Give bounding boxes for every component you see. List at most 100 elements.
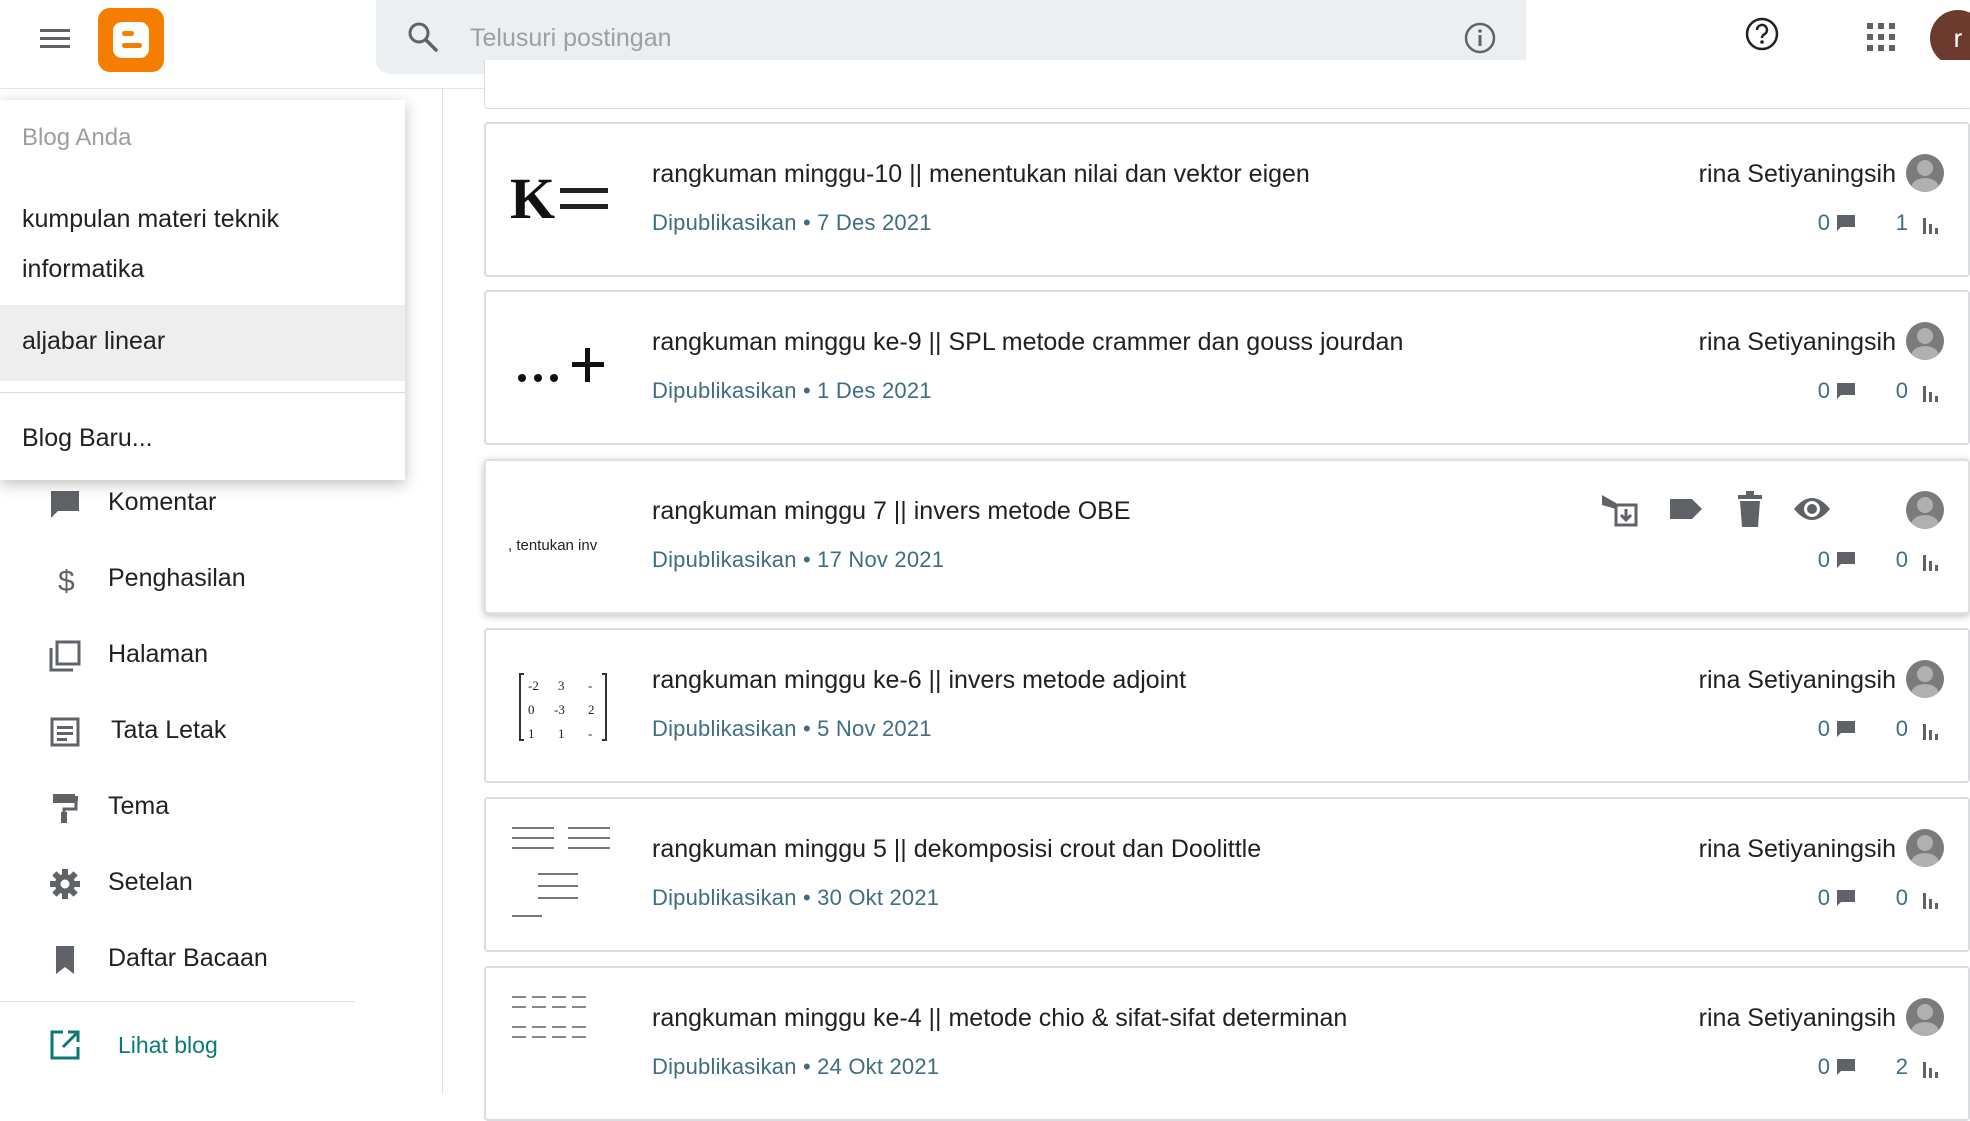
comment-icon	[1837, 215, 1855, 231]
sidebar-item-label: Penghasilan	[108, 564, 246, 592]
svg-text:-: -	[588, 726, 592, 741]
author-avatar	[1906, 660, 1944, 698]
new-blog-label: Blog Baru...	[22, 424, 153, 452]
comment-count: 0	[1817, 210, 1830, 235]
view-count: 0	[1895, 547, 1908, 572]
post-status-date: Dipublikasikan • 17 Nov 2021	[652, 547, 945, 572]
open-in-new-icon	[50, 1030, 80, 1060]
post-status-date: Dipublikasikan • 5 Nov 2021	[652, 716, 932, 741]
sidebar-item-tata-letak[interactable]: Tata Letak	[0, 701, 442, 761]
sidebar-item-label: Halaman	[108, 640, 209, 668]
revert-to-draft-icon[interactable]	[1600, 489, 1640, 529]
sidebar-item-komentar[interactable]: Komentar	[0, 473, 442, 533]
layout-icon	[50, 717, 80, 747]
comment-icon	[51, 491, 79, 518]
svg-text:$: $	[58, 565, 75, 597]
post-status-date: Dipublikasikan • 1 Des 2021	[652, 378, 932, 403]
post-author: rina Setiyaningsih	[1698, 835, 1896, 863]
help-icon[interactable]	[1744, 16, 1780, 52]
comment-count: 0	[1817, 378, 1830, 403]
stats-icon	[1923, 893, 1938, 909]
view-count: 1	[1895, 210, 1908, 235]
sidebar-item-halaman[interactable]: Halaman	[0, 625, 442, 685]
sidebar-item-daftar-bacaan[interactable]: Daftar Bacaan	[0, 929, 442, 989]
svg-text:-3: -3	[554, 702, 565, 717]
post-card[interactable]: rangkuman minggu 5 || dekomposisi crout …	[484, 797, 1970, 952]
pages-icon	[49, 640, 81, 672]
author-avatar	[1906, 491, 1944, 529]
menu-icon[interactable]	[40, 24, 70, 54]
post-thumbnail	[518, 348, 604, 382]
post-card[interactable]: K rangkuman minggu-10 || menentukan nila…	[484, 122, 1970, 277]
svg-text:1: 1	[558, 726, 565, 741]
post-actions	[1576, 489, 1896, 533]
menu-item-blog-selected[interactable]: aljabar linear	[0, 305, 405, 381]
apps-icon[interactable]	[1864, 20, 1898, 54]
view-count: 0	[1895, 716, 1908, 741]
stats-icon	[1923, 555, 1938, 571]
view-icon[interactable]	[1792, 489, 1832, 529]
post-thumbnail: , tentukan inv	[508, 537, 598, 554]
comment-count: 0	[1817, 547, 1830, 572]
view-blog-link[interactable]: Lihat blog	[0, 1016, 442, 1074]
sidebar-item-tema[interactable]: Tema	[0, 777, 442, 837]
post-card-partial[interactable]	[484, 60, 1970, 109]
new-blog-button[interactable]: Blog Baru...	[0, 400, 405, 478]
paint-roller-icon	[53, 794, 78, 823]
account-avatar[interactable]: r	[1930, 10, 1970, 66]
post-card[interactable]: -2 3 - 0 -3 2 1 1 - rangkuman minggu ke-6 || i…	[484, 628, 1970, 783]
thumbnail-text: , tentukan inv	[508, 537, 598, 554]
post-thumbnail: K	[510, 166, 608, 231]
post-title[interactable]: rangkuman minggu-10 || menentukan nilai …	[652, 160, 1310, 189]
stats-icon	[1923, 1062, 1938, 1078]
svg-text:-2: -2	[528, 678, 539, 693]
menu-heading: Blog Anda	[22, 124, 132, 151]
stats-icon	[1923, 724, 1938, 740]
post-status-date: Dipublikasikan • 24 Okt 2021	[652, 1054, 940, 1079]
sidebar-item-label: Komentar	[108, 488, 217, 516]
comment-count: 0	[1817, 885, 1830, 910]
view-count: 0	[1895, 378, 1908, 403]
sidebar-item-setelan[interactable]: Setelan	[0, 853, 442, 913]
comment-count: 0	[1817, 716, 1830, 741]
post-title[interactable]: rangkuman minggu 5 || dekomposisi crout …	[652, 835, 1261, 864]
post-thumbnail	[512, 996, 586, 1038]
svg-text:3: 3	[558, 678, 565, 693]
post-title[interactable]: rangkuman minggu ke-4 || metode chio & s…	[652, 1004, 1347, 1033]
comment-icon	[1837, 552, 1855, 568]
post-title[interactable]: rangkuman minggu 7 || invers metode OBE	[652, 497, 1131, 526]
post-title[interactable]: rangkuman minggu ke-9 || SPL metode cram…	[652, 328, 1403, 357]
post-status-date: Dipublikasikan • 30 Okt 2021	[652, 885, 940, 910]
comment-icon	[1837, 890, 1855, 906]
post-card[interactable]: , tentukan inv rangkuman minggu 7 || inv…	[484, 459, 1970, 614]
svg-text:1: 1	[528, 726, 535, 741]
blogger-logo[interactable]	[98, 8, 164, 72]
author-avatar	[1906, 154, 1944, 192]
dollar-icon: $	[58, 565, 75, 597]
comment-icon	[1837, 721, 1855, 737]
post-status-date: Dipublikasikan • 7 Des 2021	[652, 210, 932, 235]
sidebar-item-label: Tata Letak	[111, 716, 227, 744]
stats-icon	[1923, 218, 1938, 234]
search-icon[interactable]	[406, 20, 440, 54]
divider	[0, 392, 405, 393]
svg-text:0: 0	[528, 702, 535, 717]
author-avatar	[1906, 322, 1944, 360]
info-icon[interactable]	[1462, 20, 1498, 56]
post-card[interactable]: rangkuman minggu ke-4 || metode chio & s…	[484, 966, 1970, 1121]
post-author: rina Setiyaningsih	[1698, 1004, 1896, 1032]
menu-item-blog[interactable]: kumpulan materi teknik informatika	[0, 180, 405, 300]
post-thumbnail: -2 3 - 0 -3 2 1 1 -	[519, 673, 607, 741]
sidebar-item-penghasilan[interactable]: $ Penghasilan	[0, 549, 442, 609]
comment-icon	[1837, 1059, 1855, 1075]
post-author: rina Setiyaningsih	[1698, 328, 1896, 356]
post-title[interactable]: rangkuman minggu ke-6 || invers metode a…	[652, 666, 1186, 695]
blog-switcher-menu: Blog Anda kumpulan materi teknik informa…	[0, 100, 405, 480]
delete-icon[interactable]	[1730, 489, 1770, 529]
view-count: 2	[1895, 1054, 1908, 1079]
search-input[interactable]	[468, 18, 1372, 58]
post-thumbnail	[512, 827, 610, 917]
post-card[interactable]: rangkuman minggu ke-9 || SPL metode cram…	[484, 290, 1970, 445]
label-icon[interactable]	[1666, 489, 1706, 529]
comment-icon	[1837, 383, 1855, 399]
